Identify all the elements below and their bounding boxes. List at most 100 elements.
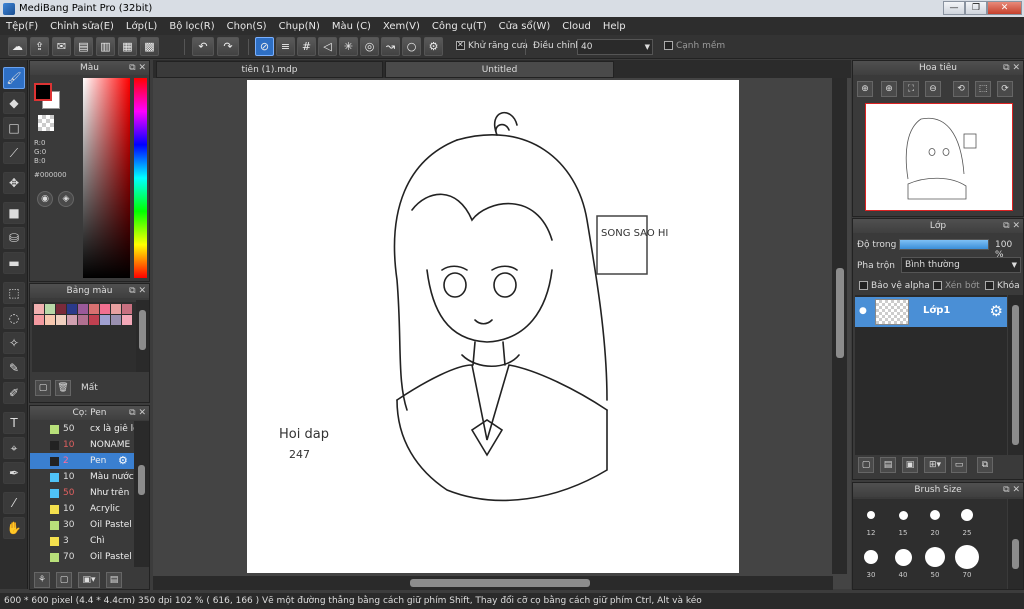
snap-settings-icon[interactable]: ⚙ <box>424 37 443 56</box>
palette-swatch[interactable] <box>122 315 132 325</box>
lasso-tool-icon[interactable]: ◌ <box>3 307 25 329</box>
brush-list-scrollbar[interactable] <box>134 421 149 567</box>
palette-swatch[interactable] <box>78 315 88 325</box>
new-8bit-layer-icon[interactable]: ▣ <box>902 457 918 473</box>
magic-wand-tool-icon[interactable]: ✧ <box>3 332 25 354</box>
menu-snap[interactable]: Chụp(N) <box>273 21 326 32</box>
circle-snap-icon[interactable]: ○ <box>402 37 421 56</box>
brush-size-cell[interactable]: 70 <box>953 545 981 583</box>
menu-edit[interactable]: Chỉnh sửa(E) <box>44 21 120 32</box>
transparent-color[interactable] <box>38 115 54 131</box>
fill-rect-tool-icon[interactable]: ■ <box>3 202 25 224</box>
brush-size-cell[interactable]: 40 <box>889 545 917 583</box>
blend-mode-select[interactable]: Bình thường ▼ <box>901 257 1021 273</box>
panel-controls-icon[interactable]: ⧉ ✕ <box>129 61 146 75</box>
panel-controls-icon[interactable]: ⧉ ✕ <box>1003 61 1020 75</box>
brush-size-cell[interactable]: 25 <box>953 503 981 541</box>
maximize-button[interactable]: ❐ <box>965 1 987 15</box>
panel-controls-icon[interactable]: ⧉ ✕ <box>1003 483 1020 497</box>
eyedropper-tool-icon[interactable]: ⁄ <box>3 492 25 514</box>
palette-swatch[interactable] <box>100 315 110 325</box>
menu-file[interactable]: Tệp(F) <box>0 21 44 32</box>
radial-snap-icon[interactable]: ✳ <box>339 37 358 56</box>
eye-icon[interactable]: ● <box>859 306 867 316</box>
menu-layer[interactable]: Lớp(L) <box>120 21 163 32</box>
brush-list-item[interactable]: 30 Oil Pastel <box>30 517 134 533</box>
palette-swatch[interactable] <box>34 304 44 314</box>
palette-swatch[interactable] <box>34 315 44 325</box>
grid-snap-icon[interactable]: # <box>297 37 316 56</box>
brush-size-scrollbar[interactable] <box>1008 499 1023 589</box>
brush-settings-gear-icon[interactable]: ⚙ <box>118 453 128 469</box>
menu-window[interactable]: Cửa sổ(W) <box>493 21 557 32</box>
brush-list-item[interactable]: 10 NONAME <box>30 437 134 453</box>
gradient-tool-icon[interactable]: ▬ <box>3 252 25 274</box>
concentric-snap-icon[interactable]: ◎ <box>360 37 379 56</box>
lock-checkbox[interactable] <box>985 281 994 290</box>
select-pen-tool-icon[interactable]: ✎ <box>3 357 25 379</box>
canvas-horizontal-scrollbar[interactable] <box>153 576 833 590</box>
palette-swatch[interactable] <box>56 304 66 314</box>
zoom-in-alt-icon[interactable]: ⊕ <box>881 81 897 97</box>
cloud-icon[interactable]: ☁ <box>8 37 27 56</box>
new-layer-icon[interactable]: ▢ <box>858 457 874 473</box>
bucket-tool-icon[interactable]: ⛁ <box>3 227 25 249</box>
palette-swatch[interactable] <box>78 304 88 314</box>
chat-icon[interactable]: ▤ <box>74 37 93 56</box>
menu-view[interactable]: Xem(V) <box>377 21 426 32</box>
curve-snap-icon[interactable]: ↝ <box>381 37 400 56</box>
palette-swatch[interactable] <box>100 304 110 314</box>
select-rect-tool-icon[interactable]: ⬚ <box>3 282 25 304</box>
minimize-button[interactable]: — <box>943 1 965 15</box>
adjust-select[interactable]: 40 ▼ <box>577 39 653 55</box>
palette-swatch[interactable] <box>45 315 55 325</box>
brush-list-item[interactable]: 3 Chì <box>30 533 134 549</box>
eraser-tool-icon[interactable]: ◆ <box>3 92 25 114</box>
menu-select[interactable]: Chọn(S) <box>221 21 273 32</box>
dot-brush-tool-icon[interactable]: ⟋ <box>3 142 25 164</box>
move-tool-icon[interactable]: ✥ <box>3 172 25 194</box>
palette-swatch[interactable] <box>122 304 132 314</box>
rotate-left-icon[interactable]: ⟲ <box>953 81 969 97</box>
zoom-out-icon[interactable]: ⊖ <box>925 81 941 97</box>
perspective-snap-icon[interactable]: ◁ <box>318 37 337 56</box>
palette-swatch[interactable] <box>45 304 55 314</box>
hand-tool-icon[interactable]: ✋ <box>3 517 25 539</box>
brush-size-cell[interactable]: 50 <box>921 545 949 583</box>
panel-controls-icon[interactable]: ⧉ ✕ <box>1003 219 1020 233</box>
brush-add-icon[interactable]: ⚘ <box>34 572 50 588</box>
layer-row[interactable]: ● Lớp1 ⚙ <box>855 297 1007 327</box>
duplicate-layer-icon[interactable]: ⧉ <box>977 457 993 473</box>
brush-size-cell[interactable]: 12 <box>857 503 885 541</box>
soft-edge-checkbox[interactable] <box>664 41 673 50</box>
palette-swatch[interactable] <box>89 304 99 314</box>
panels-icon[interactable]: ▩ <box>140 37 159 56</box>
palette-swatch[interactable] <box>111 304 121 314</box>
brush-list-item[interactable]: 50 Như trên <box>30 485 134 501</box>
layer-settings-icon[interactable]: ⚙ <box>990 302 1003 320</box>
rotate-right-icon[interactable]: ⟳ <box>997 81 1013 97</box>
menu-filter[interactable]: Bộ lọc(R) <box>163 21 220 32</box>
close-button[interactable]: ✕ <box>987 1 1022 15</box>
brush-list-item[interactable]: 10 Màu nước <box>30 469 134 485</box>
saturation-value-box[interactable] <box>83 78 130 278</box>
brush-size-cell[interactable]: 30 <box>857 545 885 583</box>
zoom-in-icon[interactable]: ⊕ <box>857 81 873 97</box>
palette-swatch[interactable] <box>111 315 121 325</box>
brush-new-icon[interactable]: ▢ <box>56 572 72 588</box>
grid-doc-icon[interactable]: ▦ <box>118 37 137 56</box>
comment-icon[interactable]: ✉ <box>52 37 71 56</box>
brush-tool-icon[interactable]: 🖌 <box>3 67 25 89</box>
canvas-vertical-scrollbar[interactable] <box>832 78 847 574</box>
palette-swatch[interactable] <box>67 315 77 325</box>
navigator-preview[interactable] <box>865 103 1013 211</box>
brush-settings-icon[interactable]: ▤ <box>106 572 122 588</box>
panel-controls-icon[interactable]: ⧉ ✕ <box>129 406 146 420</box>
folder-icon[interactable]: ▭ <box>951 457 967 473</box>
palette-swatch[interactable] <box>56 315 66 325</box>
layer-scrollbar[interactable] <box>1008 295 1023 455</box>
palette-swatch[interactable] <box>67 304 77 314</box>
hue-slider[interactable] <box>134 78 147 278</box>
antialias-checkbox[interactable] <box>456 40 465 50</box>
trash-icon[interactable]: 🗑 <box>55 380 71 396</box>
